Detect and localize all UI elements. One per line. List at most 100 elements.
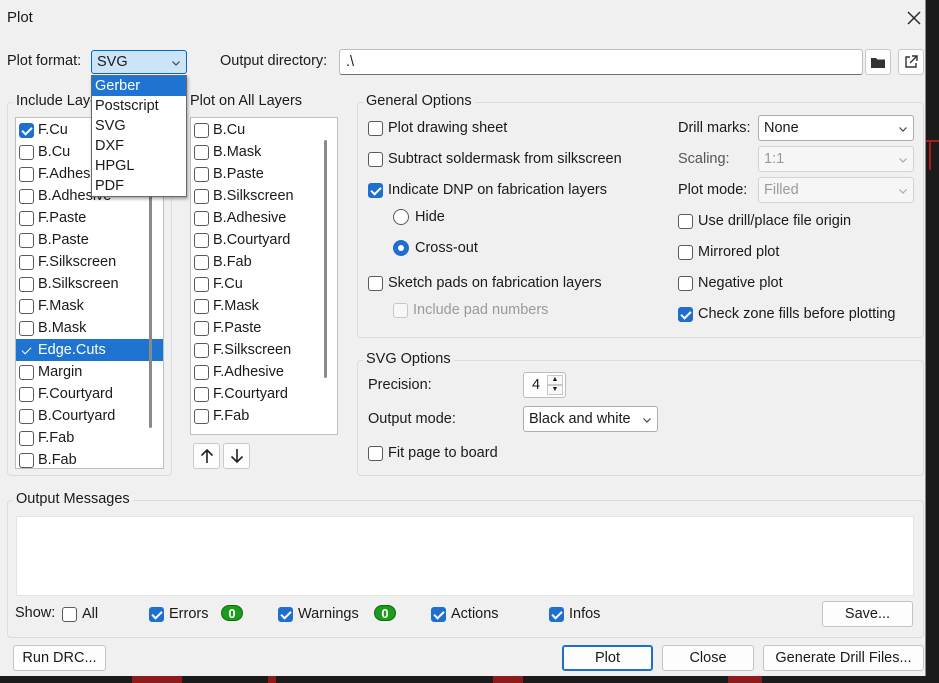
sketch-pads-checkbox[interactable]: Sketch pads on fabrication layers xyxy=(368,275,602,291)
plot-all-layer-item[interactable]: F.Adhesive xyxy=(191,361,337,383)
plot-all-layer-item[interactable]: B.Adhesive xyxy=(191,207,337,229)
include-layer-checkbox[interactable] xyxy=(19,430,34,446)
include-layer-item[interactable]: B.Courtyard xyxy=(16,405,163,427)
plot-all-layer-checkbox[interactable] xyxy=(194,320,209,336)
negative-plot-checkbox[interactable]: Negative plot xyxy=(678,275,783,291)
plot-format-select[interactable]: SVG xyxy=(91,50,187,74)
plot-button[interactable]: Plot xyxy=(562,645,653,671)
include-layer-item[interactable]: F.Fab xyxy=(16,427,163,449)
dnp-crossout-radio[interactable]: Cross-out xyxy=(393,240,478,256)
open-directory-button[interactable] xyxy=(898,49,924,75)
plot-all-layer-checkbox[interactable] xyxy=(194,122,209,138)
plot-all-layer-checkbox[interactable] xyxy=(194,232,209,248)
plot-all-layer-checkbox[interactable] xyxy=(194,386,209,402)
include-layer-checkbox[interactable] xyxy=(19,452,34,468)
plot-all-layer-item[interactable]: F.Fab xyxy=(191,405,337,427)
plot-all-layer-item[interactable]: B.Mask xyxy=(191,141,337,163)
plot-all-layer-item[interactable]: B.Paste xyxy=(191,163,337,185)
include-layer-item[interactable]: F.Paste xyxy=(16,207,163,229)
plot-all-layer-checkbox[interactable] xyxy=(194,298,209,314)
fit-page-checkbox[interactable]: Fit page to board xyxy=(368,445,498,461)
include-layer-checkbox[interactable] xyxy=(19,210,34,226)
plot-all-layer-item[interactable]: B.Cu xyxy=(191,119,337,141)
plot-all-layer-checkbox[interactable] xyxy=(194,408,209,424)
plot-format-option[interactable]: Postscript xyxy=(92,96,186,116)
indicate-dnp-checkbox[interactable]: Indicate DNP on fabrication layers xyxy=(368,182,607,198)
plot-all-layer-checkbox[interactable] xyxy=(194,254,209,270)
show-infos-checkbox[interactable]: Infos xyxy=(549,606,600,622)
mirrored-plot-checkbox[interactable]: Mirrored plot xyxy=(678,244,779,260)
move-layer-up-button[interactable] xyxy=(193,443,220,469)
output-messages-area[interactable] xyxy=(16,516,914,596)
plot-all-layer-checkbox[interactable] xyxy=(194,276,209,292)
plot-format-dropdown-list[interactable]: Gerber Postscript SVG DXF HPGL PDF xyxy=(91,75,187,197)
plot-all-layer-item[interactable]: B.Courtyard xyxy=(191,229,337,251)
show-warnings-checkbox[interactable]: Warnings xyxy=(278,606,359,622)
generate-drill-files-button[interactable]: Generate Drill Files... xyxy=(763,645,924,671)
move-layer-down-button[interactable] xyxy=(223,443,250,469)
plot-all-layer-item[interactable]: F.Paste xyxy=(191,317,337,339)
spin-down-icon[interactable]: ▼ xyxy=(547,385,563,395)
plot-all-layers-scrollbar[interactable] xyxy=(324,140,327,378)
include-layer-checkbox[interactable] xyxy=(19,276,34,292)
plot-all-layer-checkbox[interactable] xyxy=(194,342,209,358)
show-all-checkbox[interactable]: All xyxy=(62,606,98,622)
scaling-select[interactable]: 1:1 xyxy=(758,146,914,172)
include-layer-item[interactable]: B.Mask xyxy=(16,317,163,339)
plot-format-option[interactable]: SVG xyxy=(92,116,186,136)
plot-all-layer-checkbox[interactable] xyxy=(194,166,209,182)
run-drc-button[interactable]: Run DRC... xyxy=(13,645,106,671)
include-layer-item[interactable]: F.Mask xyxy=(16,295,163,317)
plot-mode-select[interactable]: Filled xyxy=(758,177,914,203)
include-layer-item[interactable]: Margin xyxy=(16,361,163,383)
precision-spinner[interactable]: 4 ▲ ▼ xyxy=(523,372,566,398)
save-messages-button[interactable]: Save... xyxy=(822,601,913,627)
include-layer-checkbox[interactable] xyxy=(19,364,34,380)
plot-format-option[interactable]: Gerber xyxy=(92,76,186,96)
plot-all-layer-item[interactable]: F.Mask xyxy=(191,295,337,317)
plot-drawing-sheet-checkbox[interactable]: Plot drawing sheet xyxy=(368,120,507,136)
show-errors-checkbox[interactable]: Errors xyxy=(149,606,208,622)
spin-up-icon[interactable]: ▲ xyxy=(547,375,563,385)
check-zone-fills-checkbox[interactable]: Check zone fills before plotting xyxy=(678,306,895,322)
include-layer-checkbox[interactable] xyxy=(19,386,34,402)
include-layer-item[interactable]: B.Fab xyxy=(16,449,163,468)
browse-folder-button[interactable] xyxy=(865,49,891,75)
plot-all-layer-checkbox[interactable] xyxy=(194,210,209,226)
plot-all-layer-item[interactable]: F.Silkscreen xyxy=(191,339,337,361)
include-layer-checkbox[interactable] xyxy=(19,254,34,270)
output-directory-input[interactable]: .\ xyxy=(339,49,863,75)
include-layer-checkbox[interactable] xyxy=(19,188,34,204)
close-button[interactable]: Close xyxy=(662,645,754,671)
include-layer-checkbox[interactable] xyxy=(19,343,34,358)
include-layer-checkbox[interactable] xyxy=(19,166,34,182)
plot-all-layer-item[interactable]: F.Courtyard xyxy=(191,383,337,405)
plot-all-layer-item[interactable]: B.Silkscreen xyxy=(191,185,337,207)
output-mode-select[interactable]: Black and white xyxy=(523,406,658,432)
include-layer-checkbox[interactable] xyxy=(19,144,34,160)
plot-format-option[interactable]: PDF xyxy=(92,176,186,196)
show-actions-checkbox[interactable]: Actions xyxy=(431,606,499,622)
include-pad-numbers-checkbox[interactable]: Include pad numbers xyxy=(393,302,548,318)
include-layer-item[interactable]: B.Silkscreen xyxy=(16,273,163,295)
plot-all-layer-checkbox[interactable] xyxy=(194,144,209,160)
plot-all-layer-item[interactable]: F.Cu xyxy=(191,273,337,295)
include-layer-checkbox[interactable] xyxy=(19,122,34,138)
plot-all-layers-list[interactable]: B.Cu B.Mask B.Paste B.Silkscreen B.Adhesive B… xyxy=(190,117,338,435)
drill-marks-select[interactable]: None xyxy=(758,115,914,141)
include-layer-checkbox[interactable] xyxy=(19,408,34,424)
include-layer-item[interactable]: B.Paste xyxy=(16,229,163,251)
close-icon[interactable] xyxy=(902,6,926,30)
plot-all-layer-checkbox[interactable] xyxy=(194,188,209,204)
include-layer-checkbox[interactable] xyxy=(19,320,34,336)
include-layer-item[interactable]: F.Courtyard xyxy=(16,383,163,405)
include-layer-item[interactable]: Edge.Cuts xyxy=(16,339,163,361)
plot-all-layer-checkbox[interactable] xyxy=(194,364,209,380)
plot-all-layer-item[interactable]: B.Fab xyxy=(191,251,337,273)
include-layer-checkbox[interactable] xyxy=(19,232,34,248)
include-layer-checkbox[interactable] xyxy=(19,298,34,314)
subtract-soldermask-checkbox[interactable]: Subtract soldermask from silkscreen xyxy=(368,151,622,167)
use-drill-origin-checkbox[interactable]: Use drill/place file origin xyxy=(678,213,851,229)
include-layer-item[interactable]: F.Silkscreen xyxy=(16,251,163,273)
dnp-hide-radio[interactable]: Hide xyxy=(393,209,445,225)
